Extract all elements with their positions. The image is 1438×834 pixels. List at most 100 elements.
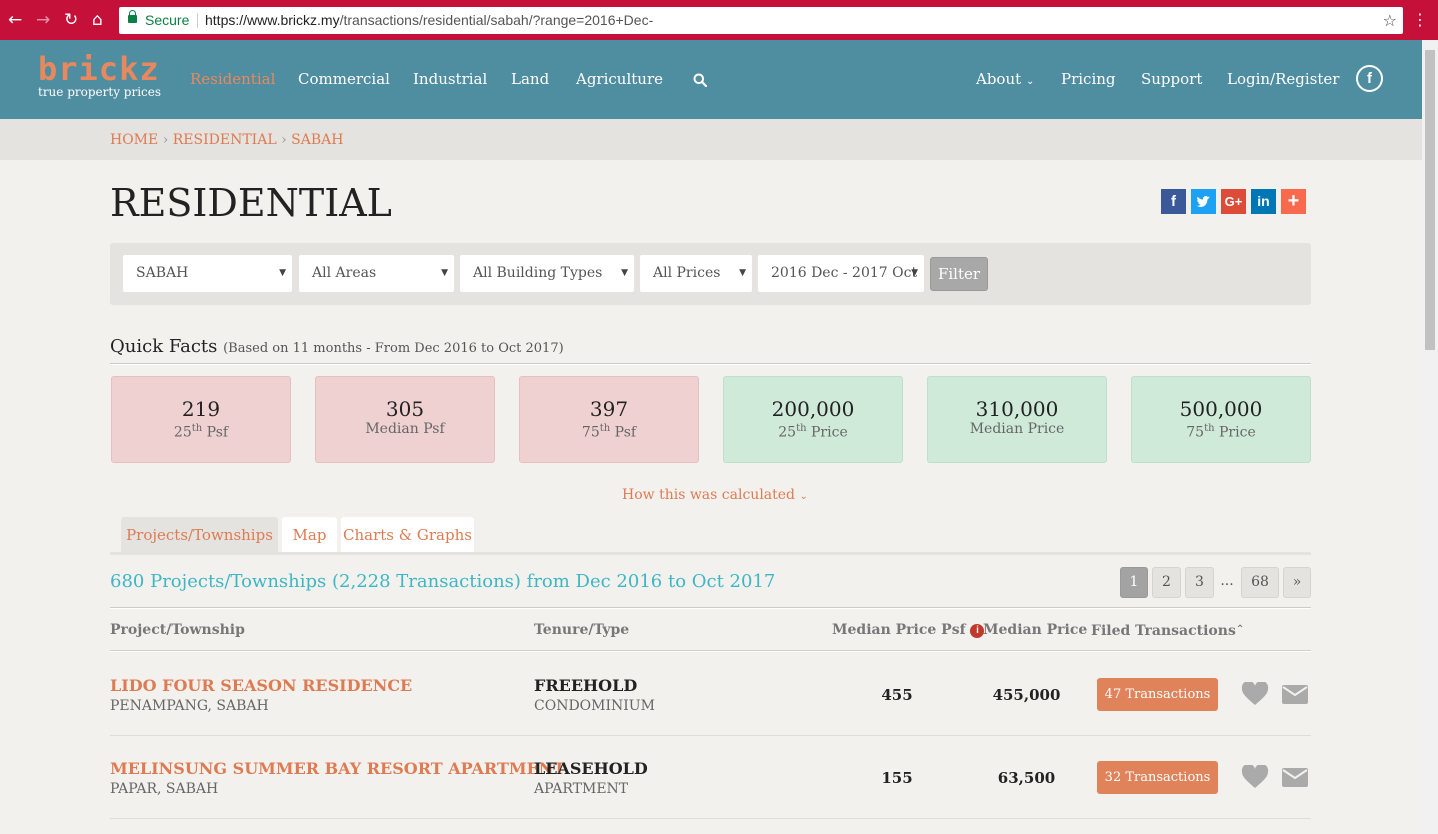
page-3-button[interactable]: 3 xyxy=(1185,567,1214,598)
address-bar[interactable]: Secure https://www.brickz.my/transaction… xyxy=(119,7,1403,34)
quick-facts-heading: Quick Facts (Based on 11 months - From D… xyxy=(110,336,564,360)
filter-bar: SABAH ▼ All Areas ▼ All Building Types ▼ Al… xyxy=(110,243,1311,305)
breadcrumb-residential[interactable]: RESIDENTIAL xyxy=(173,132,277,148)
transactions-button[interactable]: 32 Transactions xyxy=(1097,761,1218,794)
building-type-select[interactable]: All Building Types ▼ xyxy=(460,255,634,292)
forward-arrow-icon[interactable]: → xyxy=(36,9,50,31)
bookmark-star-icon[interactable]: ☆ xyxy=(1383,7,1397,34)
tab-map[interactable]: Map xyxy=(282,517,337,553)
page-scrollbar[interactable] xyxy=(1422,40,1438,834)
brickz-logo[interactable]: brickz true property prices xyxy=(38,52,161,98)
chevron-down-icon: ⌄ xyxy=(799,491,808,502)
page-1-button[interactable]: 1 xyxy=(1120,567,1148,598)
dropdown-caret-icon: ▼ xyxy=(739,268,746,278)
median-psf-value: 455 xyxy=(881,686,913,704)
share-linkedin-icon[interactable]: in xyxy=(1251,189,1276,214)
share-google-plus-icon[interactable]: G+ xyxy=(1221,189,1246,214)
fact-label: 75th Price xyxy=(1186,423,1256,441)
fact-value: 219 xyxy=(181,397,221,421)
date-range-select-value: 2016 Dec - 2017 Oct xyxy=(771,265,918,281)
state-select[interactable]: SABAH ▼ xyxy=(123,255,292,292)
address-separator xyxy=(197,13,198,28)
nav-support[interactable]: Support xyxy=(1141,69,1202,89)
table-row: MELINSUNG SUMMER BAY RESORT APARTMENT PA… xyxy=(110,736,1311,819)
project-type: CONDOMINIUM xyxy=(534,698,655,714)
fact-value: 500,000 xyxy=(1179,397,1263,421)
page-2-button[interactable]: 2 xyxy=(1152,567,1181,598)
facebook-icon[interactable]: f xyxy=(1356,65,1383,92)
filter-button[interactable]: Filter xyxy=(930,257,988,291)
share-more-icon[interactable]: + xyxy=(1281,189,1306,214)
home-icon[interactable]: ⌂ xyxy=(92,9,103,31)
share-twitter-icon[interactable] xyxy=(1191,189,1216,214)
mail-icon[interactable] xyxy=(1282,768,1308,787)
column-header-project[interactable]: Project/Township xyxy=(110,621,245,639)
browser-toolbar: ← → ↻ ⌂ Secure https://www.brickz.my/tra… xyxy=(0,0,1438,40)
breadcrumb-home[interactable]: HOME xyxy=(110,132,158,148)
area-select-value: All Areas xyxy=(312,265,377,281)
dropdown-caret-icon: ▼ xyxy=(621,268,628,278)
page-title: RESIDENTIAL xyxy=(110,181,392,225)
url-path: /transactions/residential/sabah/?range=2… xyxy=(339,12,654,28)
tab-charts-graphs[interactable]: Charts & Graphs xyxy=(341,517,474,553)
date-range-select[interactable]: 2016 Dec - 2017 Oct ▼ xyxy=(758,255,924,292)
column-header-median-price[interactable]: Median Price xyxy=(983,621,1087,639)
area-select[interactable]: All Areas ▼ xyxy=(299,255,454,292)
nav-pricing[interactable]: Pricing xyxy=(1061,69,1116,89)
nav-about[interactable]: About ⌄ xyxy=(976,69,1034,92)
fact-card-75th-psf: 397 75th Psf xyxy=(519,376,699,463)
scrollbar-thumb[interactable] xyxy=(1425,50,1435,350)
url-text[interactable]: https://www.brickz.my/transactions/resid… xyxy=(205,7,653,34)
column-header-tenure[interactable]: Tenure/Type xyxy=(534,621,629,639)
nav-login-register[interactable]: Login/Register xyxy=(1227,69,1339,89)
tab-projects-townships[interactable]: Projects/Townships xyxy=(121,517,278,553)
breadcrumb-sabah[interactable]: SABAH xyxy=(291,132,343,148)
fact-value: 305 xyxy=(385,397,425,421)
how-calculated-label: How this was calculated xyxy=(622,487,796,503)
column-header-filed-transactions[interactable]: Filed Transactions⌃ xyxy=(1091,621,1244,640)
project-name-link[interactable]: LIDO FOUR SEASON RESIDENCE xyxy=(110,676,412,696)
page-68-button[interactable]: 68 xyxy=(1241,567,1279,598)
table-row: LIDO FOUR SEASON RESIDENCE PENAMPANG, SA… xyxy=(110,653,1311,736)
how-calculated-link[interactable]: How this was calculated ⌄ xyxy=(622,486,808,506)
nav-agriculture[interactable]: Agriculture xyxy=(576,69,663,89)
breadcrumb-bar: HOME › RESIDENTIAL › SABAH xyxy=(0,119,1422,160)
project-type: APARTMENT xyxy=(534,781,629,797)
project-name-link[interactable]: MELINSUNG SUMMER BAY RESORT APARTMENT xyxy=(110,759,565,779)
share-facebook-icon[interactable]: f xyxy=(1161,189,1186,214)
lock-icon xyxy=(128,10,137,23)
site-header: brickz true property prices Residential … xyxy=(0,40,1422,119)
nav-industrial[interactable]: Industrial xyxy=(413,69,487,89)
fact-label: Median Price xyxy=(969,421,1065,437)
reload-icon[interactable]: ↻ xyxy=(64,9,78,31)
fact-label: Median Psf xyxy=(365,421,445,437)
dropdown-caret-icon: ▼ xyxy=(441,268,448,278)
back-arrow-icon[interactable]: ← xyxy=(8,9,22,31)
quick-facts-subtitle: (Based on 11 months - From Dec 2016 to O… xyxy=(223,341,564,356)
search-icon[interactable] xyxy=(693,73,707,87)
secure-label: Secure xyxy=(145,12,190,28)
nav-land[interactable]: Land xyxy=(511,69,549,89)
nav-residential[interactable]: Residential xyxy=(190,69,275,89)
median-psf-value: 155 xyxy=(881,769,913,787)
nav-commercial[interactable]: Commercial xyxy=(298,69,390,89)
fact-card-75th-price: 500,000 75th Price xyxy=(1131,376,1311,463)
quick-facts-title: Quick Facts xyxy=(110,336,218,357)
divider xyxy=(110,650,1311,652)
twitter-bird-icon xyxy=(1196,196,1210,207)
fact-card-25th-psf: 219 25th Psf xyxy=(111,376,291,463)
next-page-button[interactable]: » xyxy=(1283,567,1311,598)
price-select[interactable]: All Prices ▼ xyxy=(640,255,752,292)
heart-icon[interactable] xyxy=(1241,765,1269,789)
column-header-median-psf[interactable]: Median Price Psf i xyxy=(832,621,985,639)
mail-icon[interactable] xyxy=(1282,685,1308,704)
transactions-button[interactable]: 47 Transactions xyxy=(1097,678,1218,711)
fact-value: 310,000 xyxy=(975,397,1059,421)
browser-menu-icon[interactable]: ⋮ xyxy=(1412,10,1428,30)
heart-icon[interactable] xyxy=(1241,682,1269,706)
fact-value: 200,000 xyxy=(771,397,855,421)
project-tenure: FREEHOLD xyxy=(534,676,638,695)
state-select-value: SABAH xyxy=(136,265,189,281)
tab-underline xyxy=(110,552,1311,555)
logo-tagline: true property prices xyxy=(38,85,162,99)
